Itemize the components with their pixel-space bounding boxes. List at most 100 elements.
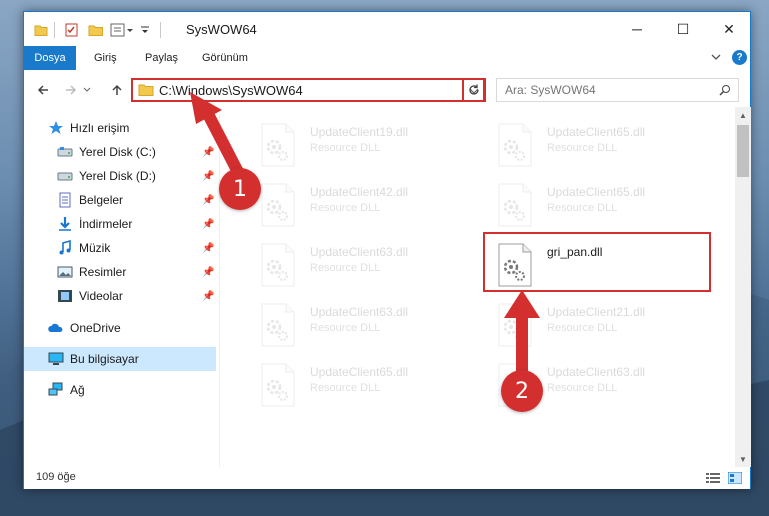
dll-file-icon xyxy=(261,123,295,167)
sidebar-item-label: Videolar xyxy=(79,289,123,303)
file-item[interactable]: UpdateClient63.dll Resource DLL xyxy=(240,237,460,293)
explorer-window: SysWOW64 ─ ☐ ✕ Dosya Giriş Paylaş Görünü… xyxy=(23,11,751,489)
file-name: UpdateClient65.dll xyxy=(547,125,646,139)
help-icon[interactable]: ? xyxy=(732,50,747,65)
sidebar-item-quick-access[interactable]: Hızlı erişim xyxy=(24,116,216,140)
tiles-view-icon[interactable] xyxy=(727,470,743,486)
sidebar-item-this-pc[interactable]: Bu bilgisayar xyxy=(24,347,216,371)
item-count: 109 öğe xyxy=(36,471,76,483)
address-bar[interactable]: C:\Windows\SysWOW64 xyxy=(131,78,485,102)
file-item[interactable]: UpdateClient42.dll Resource DLL xyxy=(240,177,460,233)
pin-icon: 📌 xyxy=(202,242,215,254)
sidebar-item-local-disk-d[interactable]: Yerel Disk (D:) 📌 xyxy=(24,164,216,188)
file-name: UpdateClient65.dll xyxy=(310,365,409,379)
sidebar-item-label: Yerel Disk (C:) xyxy=(79,145,156,159)
customize-toolbar-icon[interactable] xyxy=(110,21,136,39)
search-icon[interactable] xyxy=(719,84,731,96)
file-name: UpdateClient63.dll xyxy=(310,305,409,319)
refresh-button[interactable] xyxy=(462,78,486,102)
file-name: UpdateClient19.dll xyxy=(310,125,409,139)
back-button[interactable] xyxy=(32,79,54,101)
details-view-icon[interactable] xyxy=(705,470,721,486)
up-button[interactable] xyxy=(106,79,128,101)
sidebar-item-label: Yerel Disk (D:) xyxy=(79,169,156,183)
pin-icon: 📌 xyxy=(202,146,215,158)
dll-file-icon xyxy=(261,303,295,347)
refresh-icon xyxy=(469,84,479,95)
navigation-bar: C:\Windows\SysWOW64 xyxy=(24,74,750,104)
search-box[interactable] xyxy=(496,78,739,102)
folder-icon xyxy=(34,25,48,36)
sidebar-item-pictures[interactable]: Resimler 📌 xyxy=(24,260,216,284)
properties-icon[interactable] xyxy=(64,21,80,39)
sidebar-item-local-disk-c[interactable]: Yerel Disk (C:) 📌 xyxy=(24,140,216,164)
quick-access-toolbar xyxy=(34,21,48,39)
folder-icon xyxy=(138,84,154,96)
sidebar-item-label: Müzik xyxy=(79,241,111,255)
scroll-down-icon[interactable]: ▼ xyxy=(735,451,751,467)
status-bar: 109 öğe xyxy=(24,467,750,489)
file-item[interactable]: UpdateClient65.dll Resource DLL xyxy=(477,117,697,173)
music-icon xyxy=(59,240,71,255)
back-arrow-icon xyxy=(37,85,48,95)
scrollbar-thumb[interactable] xyxy=(737,125,749,177)
file-name: UpdateClient63.dll xyxy=(310,245,409,259)
maximize-button[interactable]: ☐ xyxy=(660,12,706,46)
pin-icon: 📌 xyxy=(202,218,215,230)
file-name: UpdateClient42.dll xyxy=(310,185,409,199)
file-type: Resource DLL xyxy=(310,382,381,394)
file-item[interactable]: UpdateClient65.dll Resource DLL xyxy=(477,177,697,233)
file-item[interactable]: UpdateClient19.dll Resource DLL xyxy=(240,117,460,173)
title-bar: SysWOW64 ─ ☐ ✕ xyxy=(24,12,750,46)
navigation-pane: Hızlı erişim Yerel Disk (C:) 📌 Yerel Dis… xyxy=(24,112,219,467)
pin-icon: 📌 xyxy=(202,290,215,302)
forward-button[interactable] xyxy=(60,79,82,101)
sidebar-item-network[interactable]: Ağ xyxy=(24,378,216,402)
toolbar-dropdown-icon[interactable] xyxy=(140,21,150,39)
tab-file[interactable]: Dosya xyxy=(24,46,76,70)
sidebar-item-documents[interactable]: Belgeler 📌 xyxy=(24,188,216,212)
pin-icon: 📌 xyxy=(202,170,215,182)
sidebar-item-onedrive[interactable]: OneDrive xyxy=(24,316,216,340)
tab-share[interactable]: Paylaş xyxy=(145,46,178,70)
sidebar-item-label: Bu bilgisayar xyxy=(70,352,139,366)
dll-file-icon xyxy=(498,303,532,347)
minimize-button[interactable]: ─ xyxy=(614,12,660,46)
sidebar-item-downloads[interactable]: İndirmeler 📌 xyxy=(24,212,216,236)
tab-home[interactable]: Giriş xyxy=(94,46,117,70)
file-highlight-box xyxy=(483,232,711,292)
dll-file-icon xyxy=(261,363,295,407)
network-icon xyxy=(48,382,63,396)
file-type: Resource DLL xyxy=(547,382,618,394)
cloud-icon xyxy=(48,323,63,332)
close-button[interactable]: ✕ xyxy=(706,12,752,46)
search-input[interactable] xyxy=(505,82,705,98)
recent-locations-button[interactable] xyxy=(80,79,94,101)
dll-file-icon xyxy=(261,183,295,227)
file-item[interactable]: UpdateClient63.dll Resource DLL xyxy=(240,297,460,353)
file-item[interactable]: UpdateClient21.dll Resource DLL xyxy=(477,297,697,353)
file-type: Resource DLL xyxy=(547,322,618,334)
computer-icon xyxy=(48,352,64,365)
new-folder-icon[interactable] xyxy=(88,21,104,39)
file-type: Resource DLL xyxy=(310,142,381,154)
sidebar-item-videos[interactable]: Videolar 📌 xyxy=(24,284,216,308)
pin-icon: 📌 xyxy=(202,194,215,206)
callout-badge-2: 2 xyxy=(501,370,543,412)
vertical-scrollbar[interactable]: ▲ ▼ xyxy=(735,107,751,467)
sidebar-item-label: Hızlı erişim xyxy=(70,121,130,135)
pictures-icon xyxy=(57,266,73,278)
tab-view[interactable]: Görünüm xyxy=(202,46,248,70)
file-type: Resource DLL xyxy=(547,142,618,154)
up-arrow-icon xyxy=(112,84,122,95)
callout-badge-1: 1 xyxy=(219,168,261,210)
chevron-down-icon[interactable] xyxy=(710,51,722,66)
address-path: C:\Windows\SysWOW64 xyxy=(159,83,303,98)
scroll-up-icon[interactable]: ▲ xyxy=(735,107,751,123)
chevron-down-icon xyxy=(83,87,91,92)
sidebar-item-music[interactable]: Müzik 📌 xyxy=(24,236,216,260)
drive-icon xyxy=(57,172,73,181)
file-type: Resource DLL xyxy=(547,202,618,214)
file-item[interactable]: UpdateClient65.dll Resource DLL xyxy=(240,357,460,413)
videos-icon xyxy=(58,290,72,302)
